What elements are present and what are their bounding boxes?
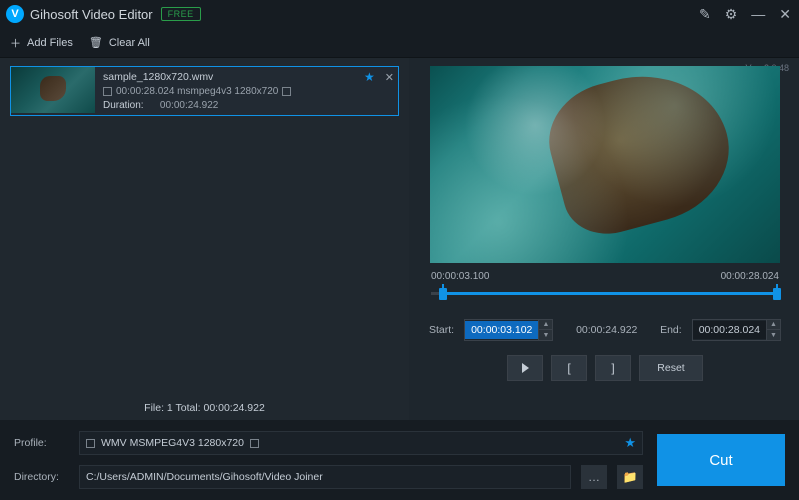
directory-label: Directory: bbox=[14, 471, 69, 483]
play-button[interactable] bbox=[507, 355, 543, 381]
format-icon bbox=[103, 87, 112, 96]
profile-value: WMV MSMPEG4V3 1280x720 bbox=[101, 437, 244, 449]
end-time-value[interactable]: 00:00:28.024 bbox=[693, 321, 766, 339]
duration-value: 00:00:24.922 bbox=[160, 100, 218, 111]
app-logo: V bbox=[6, 5, 24, 23]
plus-icon: ＋ bbox=[10, 35, 21, 51]
settings-icon[interactable]: ⚙ bbox=[725, 6, 738, 23]
browse-button[interactable]: … bbox=[581, 465, 607, 489]
clear-all-label: Clear All bbox=[109, 37, 150, 49]
file-thumbnail bbox=[11, 67, 95, 113]
edit-icon[interactable]: ✎ bbox=[699, 6, 711, 23]
add-files-label: Add Files bbox=[27, 37, 73, 49]
file-list-pane: ★ ✕ sample_1280x720.wmv 00:00:28.024 msm… bbox=[0, 58, 409, 420]
free-badge: FREE bbox=[161, 7, 201, 21]
timeline-start-time: 00:00:03.100 bbox=[431, 271, 489, 282]
timeline-track[interactable] bbox=[431, 285, 779, 301]
cut-button[interactable]: Cut bbox=[657, 434, 785, 486]
remove-file-icon[interactable]: ✕ bbox=[385, 71, 394, 84]
video-preview[interactable] bbox=[430, 66, 780, 263]
app-title: Gihosoft Video Editor bbox=[30, 7, 153, 22]
profile-label: Profile: bbox=[14, 437, 69, 449]
file-name: sample_1280x720.wmv bbox=[103, 71, 390, 83]
mark-out-button[interactable]: ] bbox=[595, 355, 631, 381]
timeline: 00:00:03.100 00:00:28.024 bbox=[431, 271, 779, 301]
star-icon[interactable]: ★ bbox=[364, 70, 375, 84]
minimize-icon[interactable]: — bbox=[751, 6, 765, 22]
file-format-info: 00:00:28.024 msmpeg4v3 1280x720 bbox=[116, 86, 278, 97]
timeline-handle-end[interactable] bbox=[773, 288, 781, 300]
file-summary: File: 1 Total: 00:00:24.922 bbox=[0, 396, 409, 420]
add-files-button[interactable]: ＋ Add Files bbox=[10, 35, 73, 51]
start-label: Start: bbox=[429, 324, 454, 336]
start-time-value[interactable]: 00:00:03.102 bbox=[465, 321, 538, 339]
profile-star-icon[interactable]: ★ bbox=[624, 435, 636, 451]
duration-label: Duration: bbox=[103, 100, 144, 111]
profile-format-icon bbox=[86, 439, 95, 448]
end-up-icon[interactable]: ▲ bbox=[766, 320, 780, 330]
start-up-icon[interactable]: ▲ bbox=[538, 320, 552, 330]
end-time-field[interactable]: 00:00:28.024 ▲▼ bbox=[692, 319, 781, 341]
profile-field[interactable]: WMV MSMPEG4V3 1280x720 ★ bbox=[79, 431, 643, 455]
open-folder-button[interactable]: 📁 bbox=[617, 465, 643, 489]
reset-button[interactable]: Reset bbox=[639, 355, 703, 381]
toolbar: ＋ Add Files 🗑 Clear All Ver: 2.0.48 bbox=[0, 28, 799, 58]
start-down-icon[interactable]: ▼ bbox=[538, 330, 552, 340]
aspect-icon bbox=[282, 87, 291, 96]
bottom-panel: Profile: WMV MSMPEG4V3 1280x720 ★ Direct… bbox=[0, 420, 799, 500]
close-icon[interactable]: ✕ bbox=[779, 6, 791, 23]
play-icon bbox=[522, 363, 529, 373]
file-item[interactable]: ★ ✕ sample_1280x720.wmv 00:00:28.024 msm… bbox=[10, 66, 399, 116]
end-label: End: bbox=[660, 324, 682, 336]
title-bar: V Gihosoft Video Editor FREE ✎ ⚙ — ✕ bbox=[0, 0, 799, 28]
mark-in-button[interactable]: [ bbox=[551, 355, 587, 381]
profile-aspect-icon bbox=[250, 439, 259, 448]
clear-all-button[interactable]: 🗑 Clear All bbox=[89, 36, 150, 49]
start-time-field[interactable]: 00:00:03.102 ▲▼ bbox=[464, 319, 553, 341]
directory-field[interactable]: C:/Users/ADMIN/Documents/Gihosoft/Video … bbox=[79, 465, 571, 489]
directory-value: C:/Users/ADMIN/Documents/Gihosoft/Video … bbox=[86, 471, 323, 483]
selection-duration: 00:00:24.922 bbox=[563, 324, 650, 336]
timeline-handle-start[interactable] bbox=[439, 288, 447, 300]
trash-icon: 🗑 bbox=[89, 36, 103, 49]
end-down-icon[interactable]: ▼ bbox=[766, 330, 780, 340]
timeline-end-time: 00:00:28.024 bbox=[721, 271, 779, 282]
preview-pane: 00:00:03.100 00:00:28.024 Start: 00:00:0… bbox=[409, 58, 799, 420]
